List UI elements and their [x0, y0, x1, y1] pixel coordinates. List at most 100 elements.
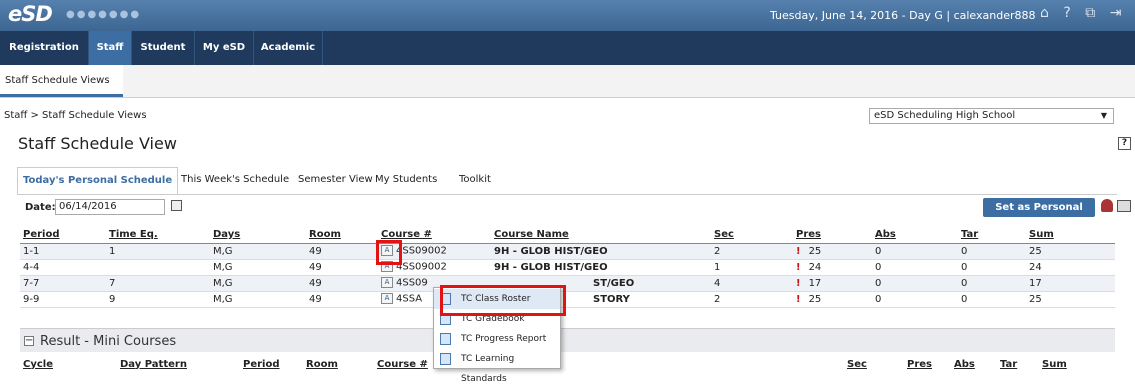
- school-select[interactable]: eSD Scheduling High School ▼: [869, 108, 1114, 124]
- table-row[interactable]: 1-1 1 M,G 49 A 4SS09002 9H - GLOB HIST/GE…: [20, 243, 1115, 260]
- course-number: 4SS09: [396, 277, 428, 289]
- menu-item-progress-report[interactable]: TC Progress Report: [434, 329, 560, 349]
- col-room[interactable]: Room: [303, 356, 374, 372]
- breadcrumb[interactable]: Staff > Staff Schedule Views: [4, 110, 147, 121]
- mini-courses-table: Cycle Day Pattern Period Room Course # S…: [20, 356, 1115, 372]
- cell-sec: 2: [711, 291, 793, 308]
- cell-pres: ! 17: [793, 275, 872, 292]
- tab-toolkit[interactable]: Toolkit: [459, 167, 491, 195]
- cell-time: 1: [106, 243, 210, 260]
- sub-nav: Staff Schedule Views: [0, 65, 1135, 98]
- cell-period: 7-7: [20, 275, 106, 292]
- logo-dots: ●●●●●●●: [66, 9, 142, 20]
- table-row[interactable]: 9-9 9 M,G 49 A 4SSA STORY 2 ! 25 0 0 25: [20, 291, 1115, 308]
- table-row[interactable]: 7-7 7 M,G 49 A 4SS09 ST/GEO 4 ! 17 0 0 17: [20, 275, 1115, 292]
- cell-sec: 4: [711, 275, 793, 292]
- collapse-toggle-icon[interactable]: −: [24, 336, 34, 346]
- cell-room: 49: [306, 259, 378, 276]
- alert-icon[interactable]: !: [796, 262, 801, 273]
- subnav-staff-schedule-views[interactable]: Staff Schedule Views: [0, 65, 123, 97]
- school-select-value: eSD Scheduling High School: [874, 110, 1016, 121]
- col-abs[interactable]: Abs: [872, 226, 958, 244]
- calendar-icon[interactable]: [171, 200, 182, 211]
- pres-count: 25: [808, 293, 822, 305]
- schedule-header-row: Period Time Eq. Days Room Course # Cours…: [20, 226, 1115, 244]
- cell-abs: 0: [872, 259, 958, 276]
- cell-course-name: 9H - GLOB HIST/GEO: [491, 259, 711, 276]
- cell-room: 49: [306, 243, 378, 260]
- col-pres[interactable]: Pres: [904, 356, 951, 372]
- cell-pres: ! 24: [793, 259, 872, 276]
- col-sum[interactable]: Sum: [1039, 356, 1115, 372]
- course-menu-icon[interactable]: A: [381, 277, 393, 289]
- col-abs[interactable]: Abs: [951, 356, 997, 372]
- standards-icon: [440, 353, 451, 365]
- col-day-pattern[interactable]: Day Pattern: [117, 356, 240, 372]
- user-icon[interactable]: [1101, 199, 1113, 212]
- tab-semester-view[interactable]: Semester View: [298, 167, 373, 195]
- col-sum[interactable]: Sum: [1026, 226, 1115, 244]
- col-tar[interactable]: Tar: [997, 356, 1039, 372]
- tab-my-students[interactable]: My Students: [375, 167, 437, 195]
- col-sec[interactable]: Sec: [844, 356, 904, 372]
- nav-staff[interactable]: Staff: [89, 31, 131, 65]
- cell-period: 4-4: [20, 259, 106, 276]
- table-row[interactable]: 4-4 M,G 49 A 4SS09002 9H - GLOB HIST/GEO …: [20, 259, 1115, 276]
- col-period[interactable]: Period: [240, 356, 303, 372]
- cell-sum: 24: [1026, 259, 1115, 276]
- app-logo[interactable]: eSD: [8, 2, 53, 26]
- cell-tar: 0: [958, 259, 1026, 276]
- print-icon[interactable]: [1117, 200, 1131, 212]
- date-label: Date:: [25, 202, 56, 213]
- cell-time: [106, 259, 210, 276]
- col-period[interactable]: Period: [20, 226, 106, 244]
- window-icon[interactable]: ⧉: [1085, 5, 1095, 21]
- cell-time: 9: [106, 291, 210, 308]
- cell-abs: 0: [872, 291, 958, 308]
- cell-room: 49: [306, 291, 378, 308]
- nav-my-esd[interactable]: My eSD: [195, 31, 253, 65]
- mini-courses-header: − Result - Mini Courses: [20, 328, 1115, 352]
- col-sec[interactable]: Sec: [711, 226, 793, 244]
- home-icon[interactable]: ⌂: [1040, 5, 1049, 21]
- col-time-eq[interactable]: Time Eq.: [106, 226, 210, 244]
- mini-courses-title: Result - Mini Courses: [40, 334, 177, 349]
- cell-pres: ! 25: [793, 291, 872, 308]
- menu-item-label: TC Progress Report: [461, 334, 547, 344]
- col-cycle[interactable]: Cycle: [20, 356, 117, 372]
- nav-academic[interactable]: Academic: [254, 31, 322, 65]
- col-course-name[interactable]: Course Name: [491, 226, 711, 244]
- cell-sum: 25: [1026, 243, 1115, 260]
- cell-sec: 2: [711, 243, 793, 260]
- main-nav: Registration Staff Student My eSD Academ…: [0, 31, 1135, 65]
- help-icon[interactable]: ?: [1063, 5, 1070, 21]
- chevron-down-icon: ▼: [1100, 111, 1107, 120]
- course-menu-icon[interactable]: A: [381, 293, 393, 305]
- top-bar: eSD ●●●●●●● Tuesday, June 14, 2016 - Day…: [0, 0, 1135, 31]
- tab-todays-personal-schedule[interactable]: Today's Personal Schedule: [17, 167, 179, 195]
- help-box-icon[interactable]: ?: [1118, 137, 1131, 150]
- tab-divider: [17, 194, 1117, 195]
- cell-course-name: 9H - GLOB HIST/GEO: [491, 243, 711, 260]
- alert-icon[interactable]: !: [796, 294, 801, 305]
- cell-tar: 0: [958, 291, 1026, 308]
- alert-icon[interactable]: !: [796, 278, 801, 289]
- menu-item-learning-standards[interactable]: TC Learning Standards: [434, 349, 560, 384]
- tab-this-weeks-schedule[interactable]: This Week's Schedule: [181, 167, 289, 195]
- set-personal-page-button[interactable]: Set as Personal Page: [983, 198, 1095, 232]
- nav-student[interactable]: Student: [132, 31, 194, 65]
- course-number: 4SS09002: [396, 245, 447, 257]
- alert-icon[interactable]: !: [796, 246, 801, 257]
- cell-room: 49: [306, 275, 378, 292]
- col-tar[interactable]: Tar: [958, 226, 1026, 244]
- col-days[interactable]: Days: [210, 226, 306, 244]
- date-input[interactable]: 06/14/2016: [55, 199, 165, 215]
- cell-pres: ! 25: [793, 243, 872, 260]
- logout-icon[interactable]: ⇥: [1110, 5, 1122, 21]
- cell-tar: 0: [958, 275, 1026, 292]
- cell-period: 9-9: [20, 291, 106, 308]
- nav-registration[interactable]: Registration: [0, 31, 88, 65]
- col-room[interactable]: Room: [306, 226, 378, 244]
- cell-abs: 0: [872, 243, 958, 260]
- col-pres[interactable]: Pres: [793, 226, 872, 244]
